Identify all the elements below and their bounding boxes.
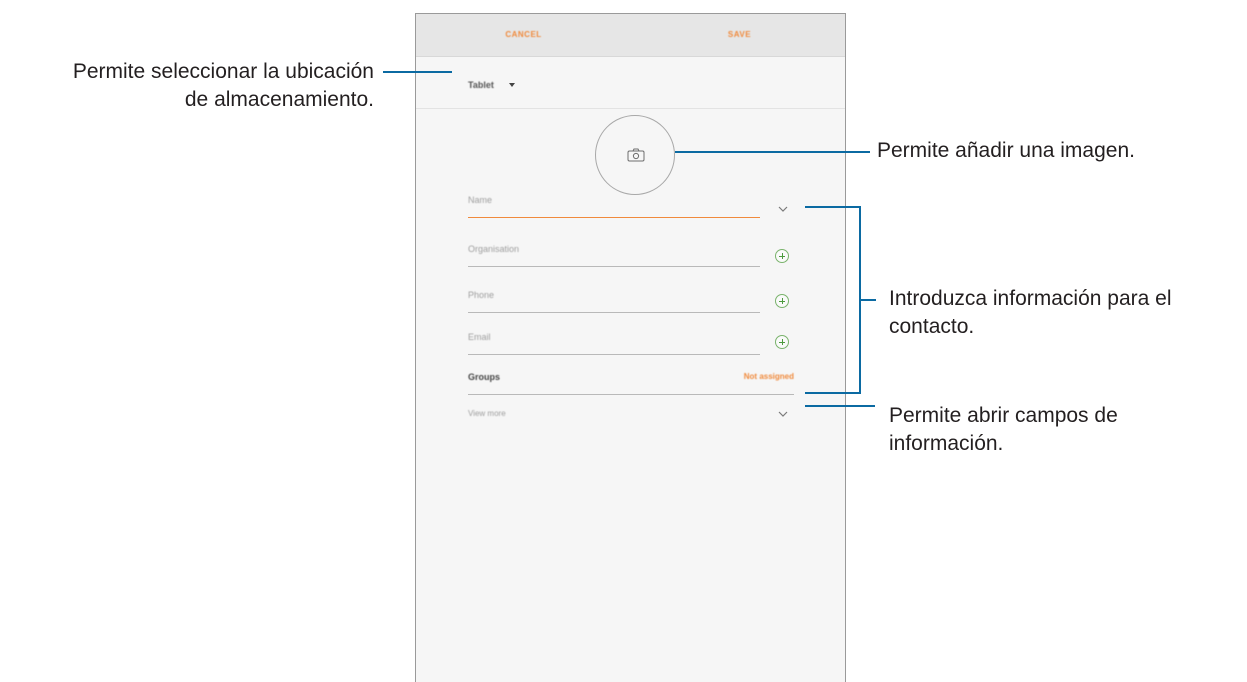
- image-callout-line1: Permite añadir una imagen.: [877, 139, 1135, 162]
- camera-icon: [627, 148, 645, 162]
- save-button[interactable]: SAVE: [632, 14, 847, 56]
- image-callout-text: Permite añadir una imagen.: [877, 137, 1237, 165]
- storage-location-row: Tablet: [416, 57, 845, 109]
- phone-placeholder: Phone: [468, 290, 495, 300]
- organisation-field[interactable]: Organisation: [468, 240, 760, 267]
- contact-editor-screen: CANCEL SAVE Tablet Name Organisation Pho…: [415, 13, 846, 682]
- more-callout-text: Permite abrir campos de información.: [889, 402, 1239, 458]
- add-email-plus-icon[interactable]: [775, 335, 789, 349]
- name-field[interactable]: Name: [468, 191, 760, 218]
- more-callout-line: [805, 405, 875, 407]
- info-bracket-bottom: [805, 392, 861, 394]
- dropdown-caret-icon: [509, 83, 515, 87]
- action-bar: CANCEL SAVE: [416, 14, 845, 57]
- chevron-down-icon[interactable]: [777, 205, 789, 213]
- email-field[interactable]: Email: [468, 328, 760, 355]
- add-phone-plus-icon[interactable]: [775, 294, 789, 308]
- add-organisation-plus-icon[interactable]: [775, 249, 789, 263]
- info-callout-line1: Introduzca información para el: [889, 287, 1172, 310]
- image-callout-line: [675, 151, 870, 153]
- email-placeholder: Email: [468, 332, 491, 342]
- storage-callout-line: [383, 71, 452, 73]
- groups-label: Groups: [468, 372, 501, 382]
- name-placeholder: Name: [468, 195, 493, 205]
- info-callout-text: Introduzca información para el contacto.: [889, 285, 1247, 341]
- storage-location-label: Tablet: [468, 80, 494, 90]
- storage-callout-text: Permite seleccionar la ubicación de alma…: [0, 58, 374, 114]
- more-callout-line1: Permite abrir campos de: [889, 404, 1118, 427]
- more-callout-line2: información.: [889, 432, 1004, 455]
- view-more-row[interactable]: View more: [468, 407, 788, 427]
- add-photo-button[interactable]: [595, 115, 675, 195]
- chevron-down-icon[interactable]: [777, 410, 789, 418]
- groups-value: Not assigned: [743, 372, 794, 381]
- info-bracket-top: [805, 206, 861, 208]
- view-more-label: View more: [468, 409, 506, 418]
- info-callout-line2: contacto.: [889, 315, 975, 338]
- storage-callout-line1: Permite seleccionar la ubicación: [72, 60, 374, 83]
- phone-field[interactable]: Phone: [468, 286, 760, 313]
- groups-row[interactable]: Groups Not assigned: [468, 368, 794, 395]
- organisation-placeholder: Organisation: [468, 244, 520, 254]
- cancel-button[interactable]: CANCEL: [416, 14, 631, 56]
- storage-callout-line2: de almacenamiento.: [184, 88, 374, 111]
- info-bracket-tick: [861, 299, 876, 301]
